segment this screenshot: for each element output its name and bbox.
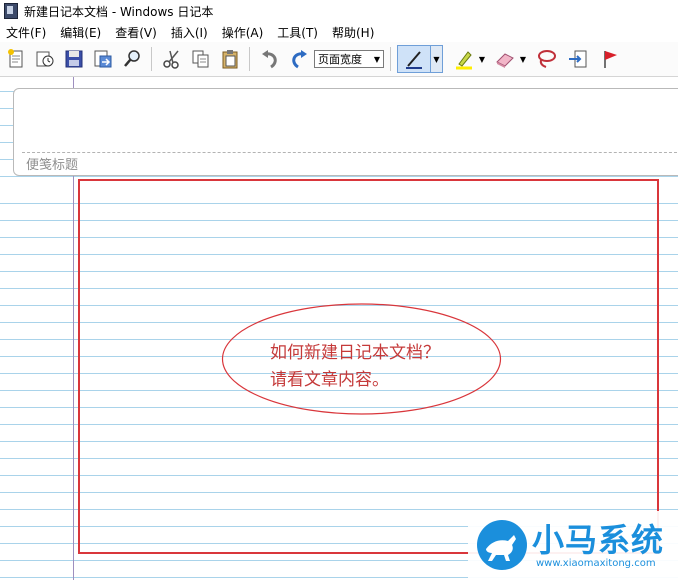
watermark-name: 小马系统 (532, 521, 665, 559)
open-icon (36, 51, 54, 67)
menu-actions[interactable]: 操作(A) (216, 24, 272, 41)
title-bar: 新建日记本文档 - Windows 日记本 (0, 0, 678, 23)
save-icon (65, 50, 83, 68)
watermark-url: www.xiaomaxitong.com (536, 558, 656, 569)
paste-icon (222, 50, 238, 69)
eraser-button[interactable] (492, 46, 518, 72)
title-divider (22, 152, 678, 153)
toolbar-separator (249, 47, 250, 71)
new-note-button[interactable] (3, 46, 29, 72)
flag-button[interactable] (597, 46, 623, 72)
toolbar-separator (151, 47, 152, 71)
insert-space-button[interactable] (565, 46, 591, 72)
zoom-dropdown[interactable]: 页面宽度 ▼ (314, 50, 384, 68)
undo-icon (262, 50, 277, 69)
highlighter-button[interactable] (451, 46, 477, 72)
highlighter-icon (456, 51, 472, 70)
menu-help[interactable]: 帮助(H) (326, 24, 382, 41)
lasso-icon (538, 50, 556, 68)
chevron-down-icon: ▼ (519, 54, 527, 64)
cut-button[interactable] (159, 46, 185, 72)
cut-icon (163, 50, 179, 69)
pen-icon (406, 51, 422, 69)
save-button[interactable] (61, 46, 87, 72)
open-button[interactable] (32, 46, 58, 72)
eraser-dropdown[interactable]: ▼ (519, 46, 527, 72)
lasso-button[interactable] (533, 46, 559, 72)
undo-button[interactable] (257, 46, 283, 72)
flag-icon (604, 51, 617, 68)
toolbar-separator (390, 47, 391, 71)
redo-button[interactable] (286, 46, 312, 72)
chevron-down-icon: ▼ (478, 54, 486, 64)
window-title: 新建日记本文档 - Windows 日记本 (24, 4, 214, 19)
pen-button[interactable] (397, 45, 431, 73)
insert-space-icon (569, 50, 587, 68)
note-page[interactable]: 便笺标题 如何新建日记本文档？ 请看文章内容。 小马系统 www.xiaomax… (0, 77, 678, 580)
chevron-down-icon: ▼ (373, 54, 380, 64)
redo-icon (292, 50, 307, 69)
menu-edit[interactable]: 编辑(E) (54, 24, 109, 41)
menu-file[interactable]: 文件(F) (0, 24, 54, 41)
export-button[interactable] (90, 46, 116, 72)
menu-view[interactable]: 查看(V) (109, 24, 165, 41)
toolbar: 页面宽度 ▼ ▼ ▼ ▼ (0, 42, 678, 77)
journal-app-icon (4, 3, 18, 19)
menu-insert[interactable]: 插入(I) (165, 24, 216, 41)
pen-dropdown[interactable]: ▼ (431, 45, 443, 73)
paste-button[interactable] (217, 46, 243, 72)
find-button[interactable] (119, 46, 145, 72)
export-icon (94, 50, 112, 68)
note-title-box[interactable] (13, 88, 678, 176)
menu-bar: 文件(F) 编辑(E) 查看(V) 插入(I) 操作(A) 工具(T) 帮助(H… (0, 22, 678, 42)
new-note-icon (8, 49, 23, 68)
annotation-line-1: 如何新建日记本文档？ (270, 343, 440, 363)
site-watermark: 小马系统 www.xiaomaxitong.com (468, 511, 678, 580)
annotation-line-2: 请看文章内容。 (270, 370, 389, 390)
chevron-down-icon: ▼ (433, 54, 440, 64)
horse-logo-icon (477, 520, 527, 570)
highlighter-dropdown[interactable]: ▼ (478, 46, 486, 72)
annotation-text: 如何新建日记本文档？ 请看文章内容。 (270, 340, 440, 394)
copy-button[interactable] (188, 46, 214, 72)
zoom-value: 页面宽度 (318, 53, 362, 66)
copy-icon (192, 50, 209, 68)
eraser-icon (496, 53, 514, 68)
note-title-placeholder[interactable]: 便笺标题 (26, 154, 78, 173)
menu-tools[interactable]: 工具(T) (271, 24, 326, 41)
find-icon (124, 50, 140, 67)
